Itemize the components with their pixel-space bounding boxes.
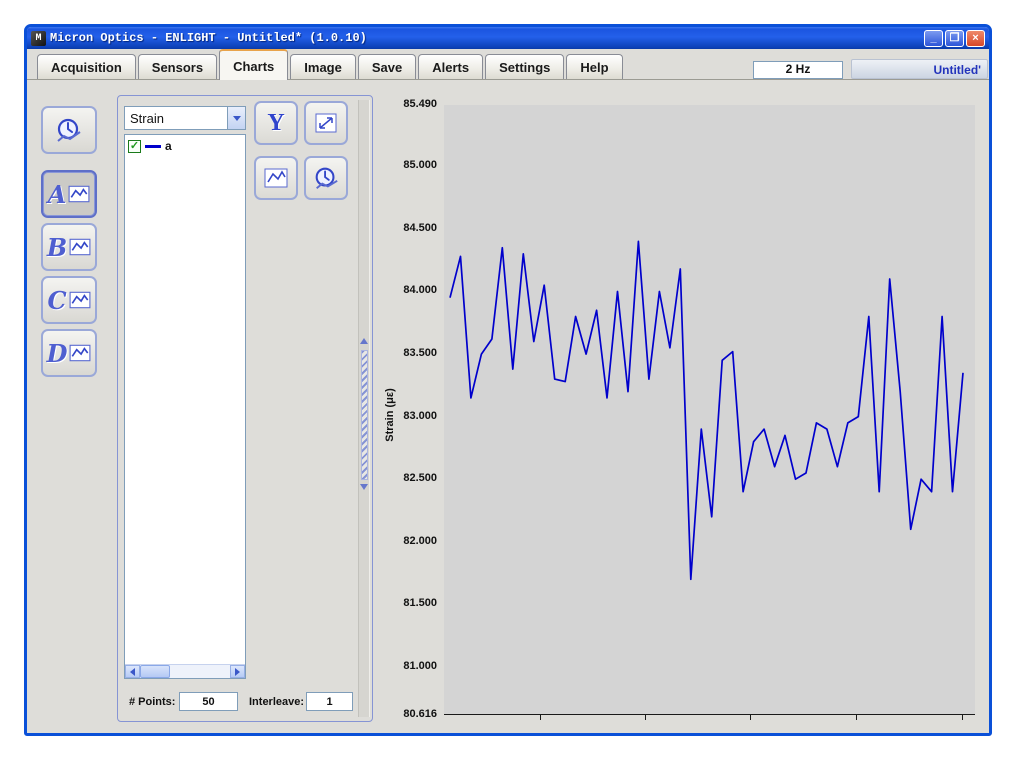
splitter-arrow-up-icon[interactable] (360, 338, 368, 344)
y-axis-button-label: Y (267, 110, 284, 137)
acquisition-rate-field[interactable]: 2 Hz (753, 61, 843, 79)
y-axis-tick-label: 80.616 (391, 708, 437, 720)
chart-c-button[interactable]: C (41, 276, 97, 324)
clock-chart-icon (54, 115, 84, 145)
chart-d-button[interactable]: D (41, 329, 97, 377)
horizontal-scrollbar[interactable] (125, 664, 245, 678)
tab-acquisition[interactable]: Acquisition (37, 54, 136, 79)
arrow-right-icon (235, 668, 240, 676)
maximize-button[interactable]: ❐ (945, 30, 964, 47)
chart-thumbnail-icon (69, 238, 91, 256)
scroll-right-button[interactable] (230, 665, 245, 678)
trace-panel: Strain ✓ a Y (117, 95, 373, 722)
scrollbar-thumb[interactable] (140, 665, 170, 678)
tab-bar: Acquisition Sensors Charts Image Save Al… (27, 49, 989, 80)
measurement-select[interactable]: Strain (124, 106, 246, 130)
line-chart-icon (262, 166, 290, 190)
chart-style-button[interactable] (254, 156, 298, 200)
y-axis-scale-button[interactable]: Y (254, 101, 298, 145)
app-window: M Micron Optics - ENLIGHT - Untitled* (1… (24, 24, 992, 736)
chart-b-button[interactable]: B (41, 223, 97, 271)
tab-help[interactable]: Help (566, 54, 622, 79)
panel-splitter-handle[interactable] (361, 350, 368, 480)
tab-sensors[interactable]: Sensors (138, 54, 217, 79)
strain-trace-svg (444, 105, 975, 715)
autoscale-icon (312, 111, 340, 135)
document-name-label: Untitled' (851, 59, 988, 79)
chart-thumbnail-icon (69, 344, 91, 362)
chart-thumbnail-icon (69, 291, 91, 309)
chart-thumbnail-icon (68, 185, 90, 203)
time-history-button[interactable] (41, 106, 97, 154)
chart-d-label: D (47, 339, 68, 368)
x-axis-tick (962, 715, 963, 720)
chart-c-label: C (47, 286, 66, 315)
x-axis-tick (645, 715, 646, 720)
tab-save[interactable]: Save (358, 54, 416, 79)
y-axis-tick-label: 82.000 (391, 535, 437, 547)
clock-icon (311, 164, 341, 192)
y-axis-tick-label: 85.490 (391, 98, 437, 110)
time-axis-button[interactable] (304, 156, 348, 200)
strain-trace-line (450, 241, 963, 579)
y-axis-tick-label: 84.000 (391, 284, 437, 296)
y-axis-tick-label: 83.500 (391, 347, 437, 359)
points-settings-row: # Points: Interleave: (118, 692, 372, 714)
scrollbar-track[interactable] (170, 665, 230, 678)
chart-a-button[interactable]: A (41, 170, 97, 218)
y-axis-tick-label: 82.500 (391, 472, 437, 484)
y-axis-tick-labels: 85.49085.00084.50084.00083.50083.00082.5… (395, 105, 441, 715)
autoscale-button[interactable] (304, 101, 348, 145)
x-axis-tick (856, 715, 857, 720)
series-color-swatch (145, 145, 161, 148)
trace-name: a (165, 139, 172, 153)
scroll-left-button[interactable] (125, 665, 140, 678)
y-axis-tick-label: 85.000 (391, 159, 437, 171)
app-icon: M (31, 31, 46, 46)
window-title: Micron Optics - ENLIGHT - Untitled* (1.0… (50, 31, 367, 45)
tab-charts[interactable]: Charts (219, 49, 288, 80)
tab-settings[interactable]: Settings (485, 54, 564, 79)
combo-arrow-button[interactable] (227, 107, 245, 129)
x-axis-tick (540, 715, 541, 720)
y-axis-tick-label: 83.000 (391, 410, 437, 422)
trace-list: ✓ a (124, 134, 246, 679)
x-axis-tick (750, 715, 751, 720)
arrow-left-icon (130, 668, 135, 676)
y-axis-tick-label: 81.000 (391, 660, 437, 672)
chart-b-label: B (47, 233, 67, 262)
minimize-button[interactable]: _ (924, 30, 943, 47)
title-bar[interactable]: M Micron Optics - ENLIGHT - Untitled* (1… (27, 27, 989, 49)
splitter-arrow-down-icon[interactable] (360, 484, 368, 490)
interleave-label: Interleave: (249, 696, 304, 708)
trace-checkbox[interactable]: ✓ (128, 140, 141, 153)
tab-image[interactable]: Image (290, 54, 356, 79)
trace-list-item[interactable]: ✓ a (125, 135, 245, 157)
splitter-track (358, 100, 370, 717)
strain-chart-plot[interactable] (444, 105, 975, 715)
y-axis-tick-label: 84.500 (391, 222, 437, 234)
close-button[interactable]: × (966, 30, 985, 47)
tab-alerts[interactable]: Alerts (418, 54, 483, 79)
points-input[interactable] (179, 692, 238, 711)
chart-a-label: A (48, 180, 67, 209)
chevron-down-icon (233, 116, 241, 121)
interleave-input[interactable] (306, 692, 353, 711)
points-label: # Points: (129, 696, 175, 708)
y-axis-tick-label: 81.500 (391, 597, 437, 609)
measurement-select-value: Strain (125, 111, 227, 126)
